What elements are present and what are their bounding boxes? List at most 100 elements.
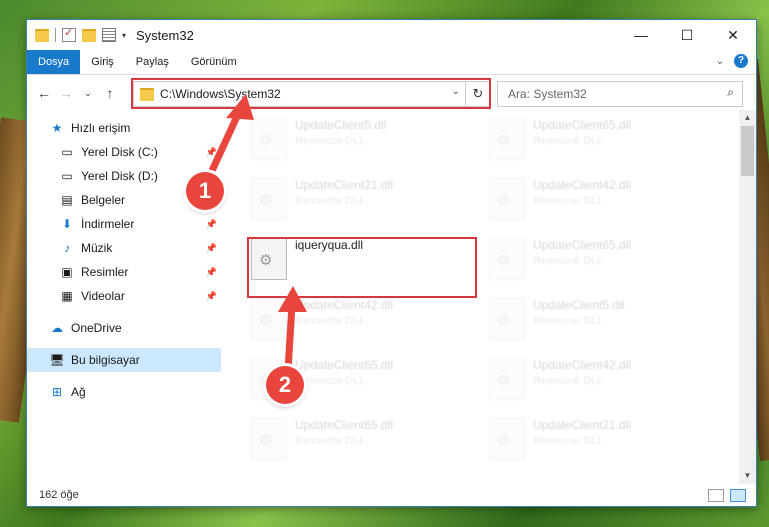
documents-icon: ▤ (61, 193, 73, 207)
dll-file-icon (251, 298, 287, 340)
file-type: Resource DLL (533, 375, 604, 387)
customize-dropdown-icon[interactable]: ▾ (122, 31, 126, 40)
recent-locations-chevron-icon[interactable]: ⌄ (77, 88, 99, 99)
file-type: Resource DLL (533, 135, 604, 147)
file-name: UpdateClient42.dll (533, 358, 632, 372)
help-icon[interactable]: ? (734, 54, 748, 68)
forward-arrow-icon[interactable]: → (55, 85, 77, 101)
nav-this-pc[interactable]: 🖥 Bu bilgisayar (27, 348, 221, 372)
file-item[interactable]: UpdateClient5.dll Resource DLL (249, 116, 469, 164)
file-name: UpdateClient65.dll (533, 118, 632, 132)
download-arrow-icon: ⬇ (61, 217, 73, 231)
navigation-bar: ← → ⌄ ↑ C:\Windows\System32 ⌄ ↻ Ara: Sys… (27, 75, 756, 111)
nav-label: Ağ (71, 385, 86, 399)
toolbar-separator (55, 28, 56, 42)
scroll-up-icon[interactable]: ▲ (739, 110, 756, 126)
item-count: 162 öğe (39, 489, 79, 501)
dll-file-icon (251, 118, 287, 160)
file-name: UpdateClient65.dll (295, 358, 394, 372)
nav-item-downloads[interactable]: ⬇ İndirmeler 📌 (27, 212, 221, 236)
search-placeholder: Ara: System32 (508, 87, 587, 101)
folder-icon (35, 28, 49, 42)
file-item[interactable]: UpdateClient65.dll Resource DLL (249, 416, 469, 464)
dll-file-icon (489, 418, 525, 460)
pin-icon: 📌 (205, 290, 217, 301)
ribbon-tabs: Dosya Giriş Paylaş Görünüm ⌄ ? (27, 50, 756, 75)
dll-file-icon (251, 178, 287, 220)
dll-file-icon (489, 118, 525, 160)
nav-network[interactable]: ⊞ Ağ (27, 380, 221, 404)
nav-label: Belgeler (81, 193, 126, 207)
file-item[interactable]: UpdateClient65.dll Resource DLL (487, 236, 707, 284)
back-arrow-icon[interactable]: ← (33, 85, 55, 101)
film-icon: ▦ (61, 289, 73, 303)
star-icon: ★ (51, 121, 63, 135)
search-input[interactable]: Ara: System32 ⌕ (497, 81, 743, 107)
drive-icon: ▭ (61, 145, 73, 159)
computer-icon: 🖥 (49, 353, 65, 367)
up-arrow-icon[interactable]: ↑ (99, 85, 121, 101)
file-item[interactable]: UpdateClient21.dll Resource DLL (249, 176, 469, 224)
file-name: UpdateClient21.dll (533, 418, 632, 432)
file-name: UpdateClient5.dll (295, 118, 387, 132)
file-type: Resource DLL (295, 375, 366, 387)
file-item[interactable]: UpdateClient21.dll Resource DLL (487, 416, 707, 464)
navigation-pane: ★ Hızlı erişim ▭ Yerel Disk (C:) 📌 ▭ Yer… (27, 110, 221, 484)
nav-label: Yerel Disk (D:) (81, 169, 158, 183)
file-item[interactable]: UpdateClient42.dll Resource DLL (487, 176, 707, 224)
tab-share[interactable]: Paylaş (125, 50, 180, 74)
new-folder-icon[interactable] (82, 28, 96, 42)
properties-check-icon[interactable] (62, 26, 76, 42)
minimize-button[interactable]: — (618, 20, 664, 50)
nav-item-pictures[interactable]: ▣ Resimler 📌 (27, 260, 221, 284)
explorer-window: ▾ System32 — ☐ ✕ Dosya Giriş Paylaş Görü… (26, 19, 757, 507)
tab-view[interactable]: Görünüm (180, 50, 248, 74)
nav-label: Hızlı erişim (71, 121, 131, 135)
nav-label: Müzik (81, 241, 113, 255)
dll-file-icon (251, 418, 287, 460)
file-item[interactable]: UpdateClient5.dll Resource DLL (487, 296, 707, 344)
cloud-icon: ☁ (51, 321, 63, 335)
pictures-icon: ▣ (61, 265, 73, 279)
tab-home[interactable]: Giriş (80, 50, 125, 74)
file-item[interactable]: UpdateClient42.dll Resource DLL (487, 356, 707, 404)
network-icon: ⊞ (51, 385, 63, 399)
file-name: UpdateClient42.dll (295, 298, 394, 312)
file-item[interactable]: UpdateClient42.dll Resource DLL (249, 296, 469, 344)
file-highlight-box (247, 237, 477, 298)
pin-icon: 📌 (205, 218, 217, 229)
nav-label: Videolar (81, 289, 125, 303)
pin-icon: 📌 (205, 146, 217, 157)
nav-item-videos[interactable]: ▦ Videolar 📌 (27, 284, 221, 308)
large-icons-view-icon[interactable] (730, 489, 746, 502)
search-icon[interactable]: ⌕ (727, 85, 734, 100)
file-type: Resource DLL (295, 135, 366, 147)
nav-label: OneDrive (71, 321, 122, 335)
file-item[interactable]: UpdateClient65.dll Resource DLL (487, 116, 707, 164)
file-type: Resource DLL (295, 315, 366, 327)
file-name: UpdateClient5.dll (533, 298, 625, 312)
nav-label: Resimler (81, 265, 129, 279)
scroll-thumb[interactable] (741, 126, 754, 176)
file-name: UpdateClient42.dll (533, 178, 632, 192)
nav-quick-access[interactable]: ★ Hızlı erişim (27, 116, 221, 140)
file-name: UpdateClient65.dll (533, 238, 632, 252)
nav-onedrive[interactable]: ☁ OneDrive (27, 316, 221, 340)
properties-icon[interactable] (102, 28, 116, 42)
tab-file[interactable]: Dosya (27, 50, 81, 74)
vertical-scrollbar[interactable]: ▲ ▼ (739, 110, 756, 484)
close-button[interactable]: ✕ (710, 20, 756, 50)
expand-ribbon-icon[interactable]: ⌄ (716, 56, 724, 67)
title-bar: ▾ System32 — ☐ ✕ (27, 20, 756, 50)
nav-label: Yerel Disk (C:) (81, 145, 158, 159)
nav-item-local-disk-c[interactable]: ▭ Yerel Disk (C:) 📌 (27, 140, 221, 164)
file-type: Resource DLL (533, 195, 604, 207)
file-type: Resource DLL (533, 255, 604, 267)
scroll-down-icon[interactable]: ▼ (739, 468, 756, 484)
file-name: UpdateClient65.dll (295, 418, 394, 432)
maximize-button[interactable]: ☐ (664, 20, 710, 50)
nav-item-music[interactable]: ♪ Müzik 📌 (27, 236, 221, 260)
details-view-icon[interactable] (708, 489, 724, 502)
